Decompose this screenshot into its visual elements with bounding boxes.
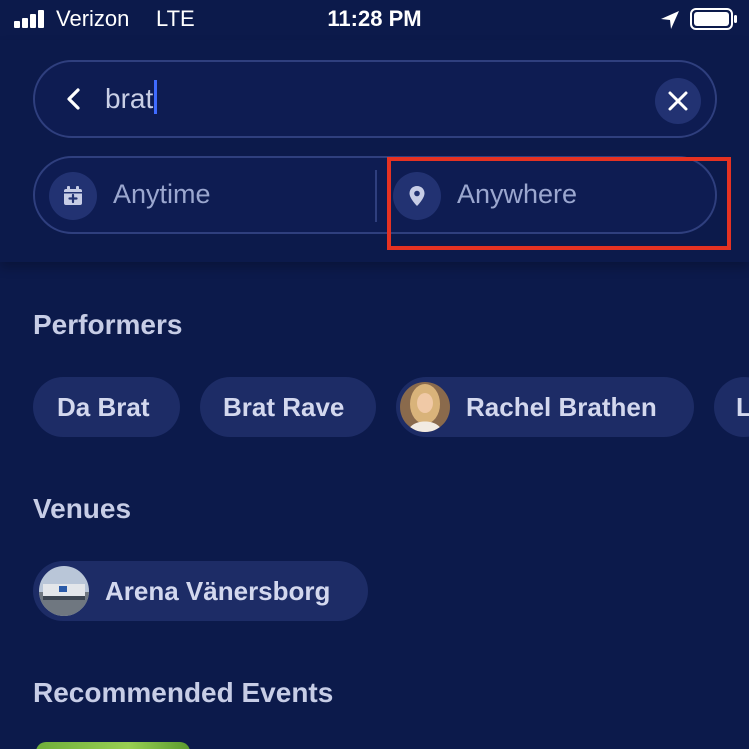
battery-icon <box>690 8 737 30</box>
performer-chip[interactable]: Rachel Brathen <box>396 377 694 437</box>
performer-chip[interactable]: Brat Rave <box>200 377 376 437</box>
search-query: brat <box>105 83 154 114</box>
performer-avatar <box>400 382 450 432</box>
performer-name: Brat Rave <box>223 392 345 422</box>
performer-chip[interactable]: Da Brat <box>33 377 180 437</box>
search-bar[interactable]: brat <box>33 60 717 138</box>
clock: 11:28 PM <box>327 6 422 31</box>
venues-heading: Venues <box>33 493 132 524</box>
date-filter-label[interactable]: Anytime <box>113 179 211 210</box>
search-input[interactable]: brat <box>105 80 158 115</box>
venue-photo <box>39 566 89 616</box>
event-card-image[interactable] <box>36 742 190 749</box>
text-caret <box>154 80 158 114</box>
performer-name: Da Brat <box>57 392 150 422</box>
location-arrow-icon <box>661 11 679 29</box>
status-bar: Verizon LTE 11:28 PM <box>0 0 749 40</box>
date-filter-button[interactable] <box>49 172 97 220</box>
performers-heading: Performers <box>33 309 183 340</box>
venue-chip[interactable]: Arena Vänersborg <box>33 561 368 621</box>
recommended-events-heading: Recommended Events <box>33 677 334 708</box>
performer-name: Rachel Brathen <box>466 392 657 422</box>
filter-divider <box>375 170 377 222</box>
clear-search-button[interactable] <box>655 78 701 124</box>
performer-name: L <box>736 392 749 422</box>
venue-name: Arena Vänersborg <box>105 576 331 606</box>
performer-chip[interactable]: L <box>714 377 749 437</box>
location-filter-highlight <box>387 157 731 250</box>
calendar-icon <box>64 186 82 205</box>
close-icon <box>668 91 688 111</box>
chevron-left-icon[interactable] <box>61 86 87 112</box>
screen: Verizon LTE 11:28 PM brat Anytime Anywhe… <box>0 0 749 749</box>
